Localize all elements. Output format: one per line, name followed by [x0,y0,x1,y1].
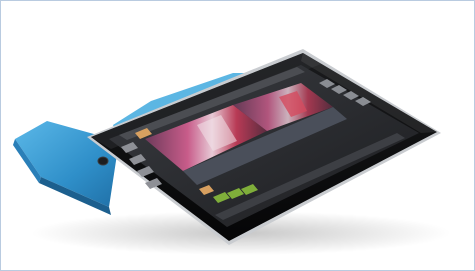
tablet-screen [109,65,419,227]
tablet-illustration [13,49,451,255]
home-button-icon [97,156,109,166]
image-frame [0,0,475,271]
